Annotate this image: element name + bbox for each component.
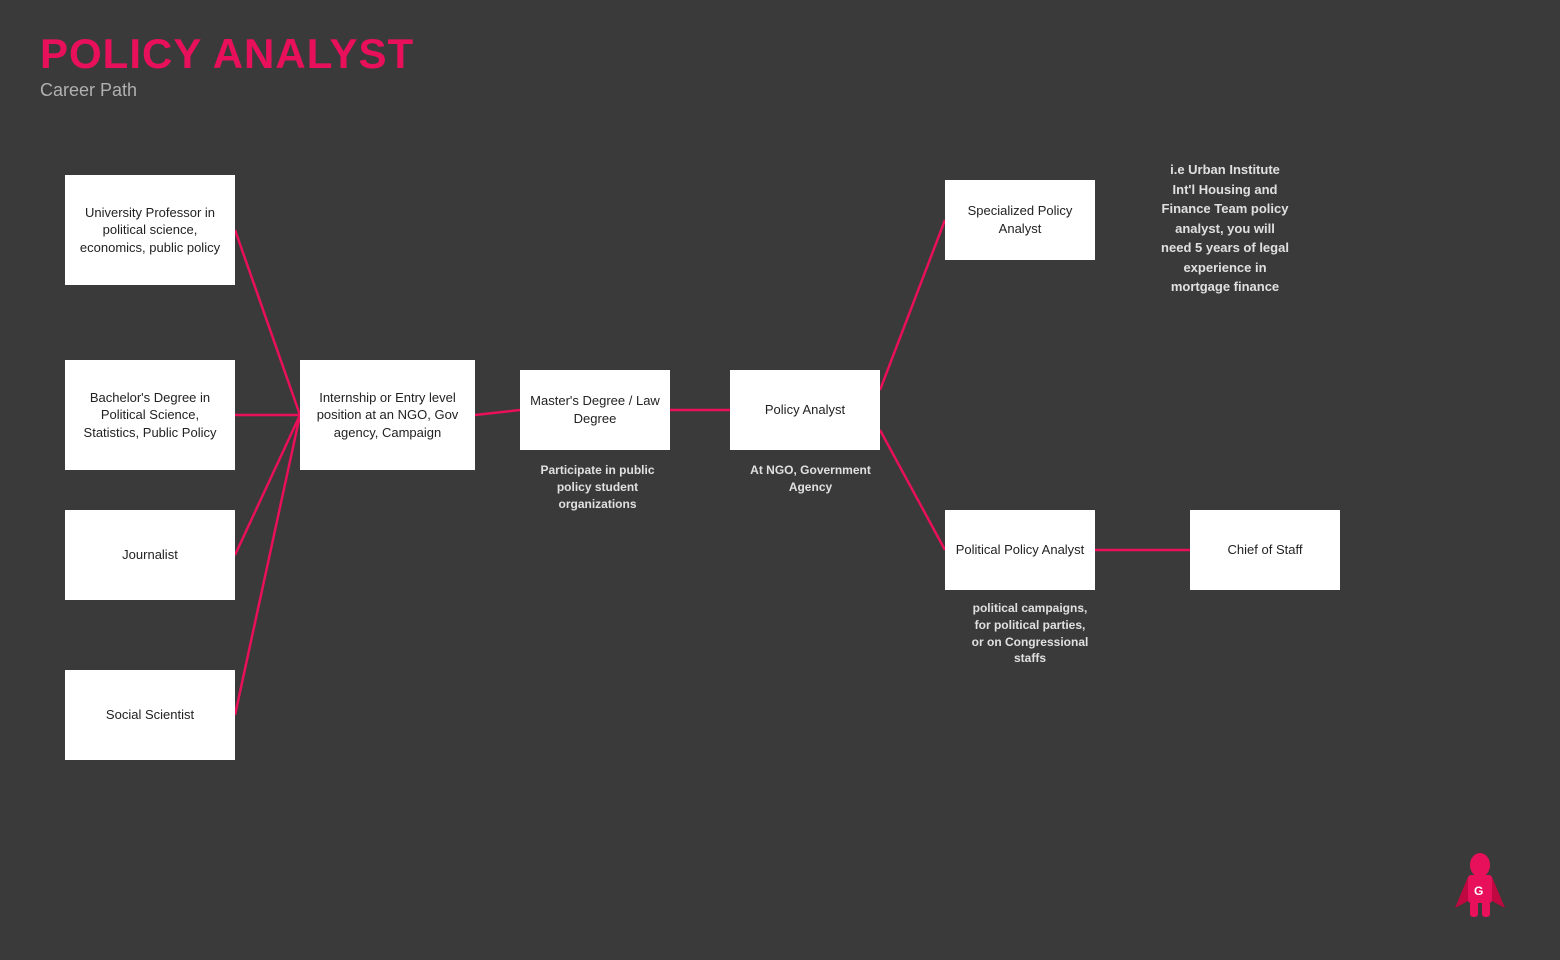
masters-degree-node: Master's Degree / Law Degree (520, 370, 670, 450)
svg-text:G: G (1474, 884, 1483, 898)
policy-analyst-node: Policy Analyst (730, 370, 880, 450)
page-subtitle: Career Path (40, 80, 414, 101)
page-title: POLICY ANALYST (40, 30, 414, 78)
political-policy-analyst-node: Political Policy Analyst (945, 510, 1095, 590)
specialized-note-label: i.e Urban Institute Int'l Housing and Fi… (1115, 160, 1335, 297)
university-professor-node: University Professor in political scienc… (65, 175, 235, 285)
logo-mascot: G (1450, 853, 1510, 930)
superhero-logo-icon: G (1450, 853, 1510, 923)
at-ngo-label: At NGO, Government Agency (718, 462, 903, 496)
chief-of-staff-node: Chief of Staff (1190, 510, 1340, 590)
bachelors-degree-node: Bachelor's Degree in Political Science, … (65, 360, 235, 470)
specialized-policy-analyst-node: Specialized Policy Analyst (945, 180, 1095, 260)
journalist-node: Journalist (65, 510, 235, 600)
header: POLICY ANALYST Career Path (40, 30, 414, 101)
political-note-label: political campaigns, for political parti… (930, 600, 1130, 667)
participate-label: Participate in public policy student org… (505, 462, 690, 512)
internship-node: Internship or Entry level position at an… (300, 360, 475, 470)
social-scientist-node: Social Scientist (65, 670, 235, 760)
